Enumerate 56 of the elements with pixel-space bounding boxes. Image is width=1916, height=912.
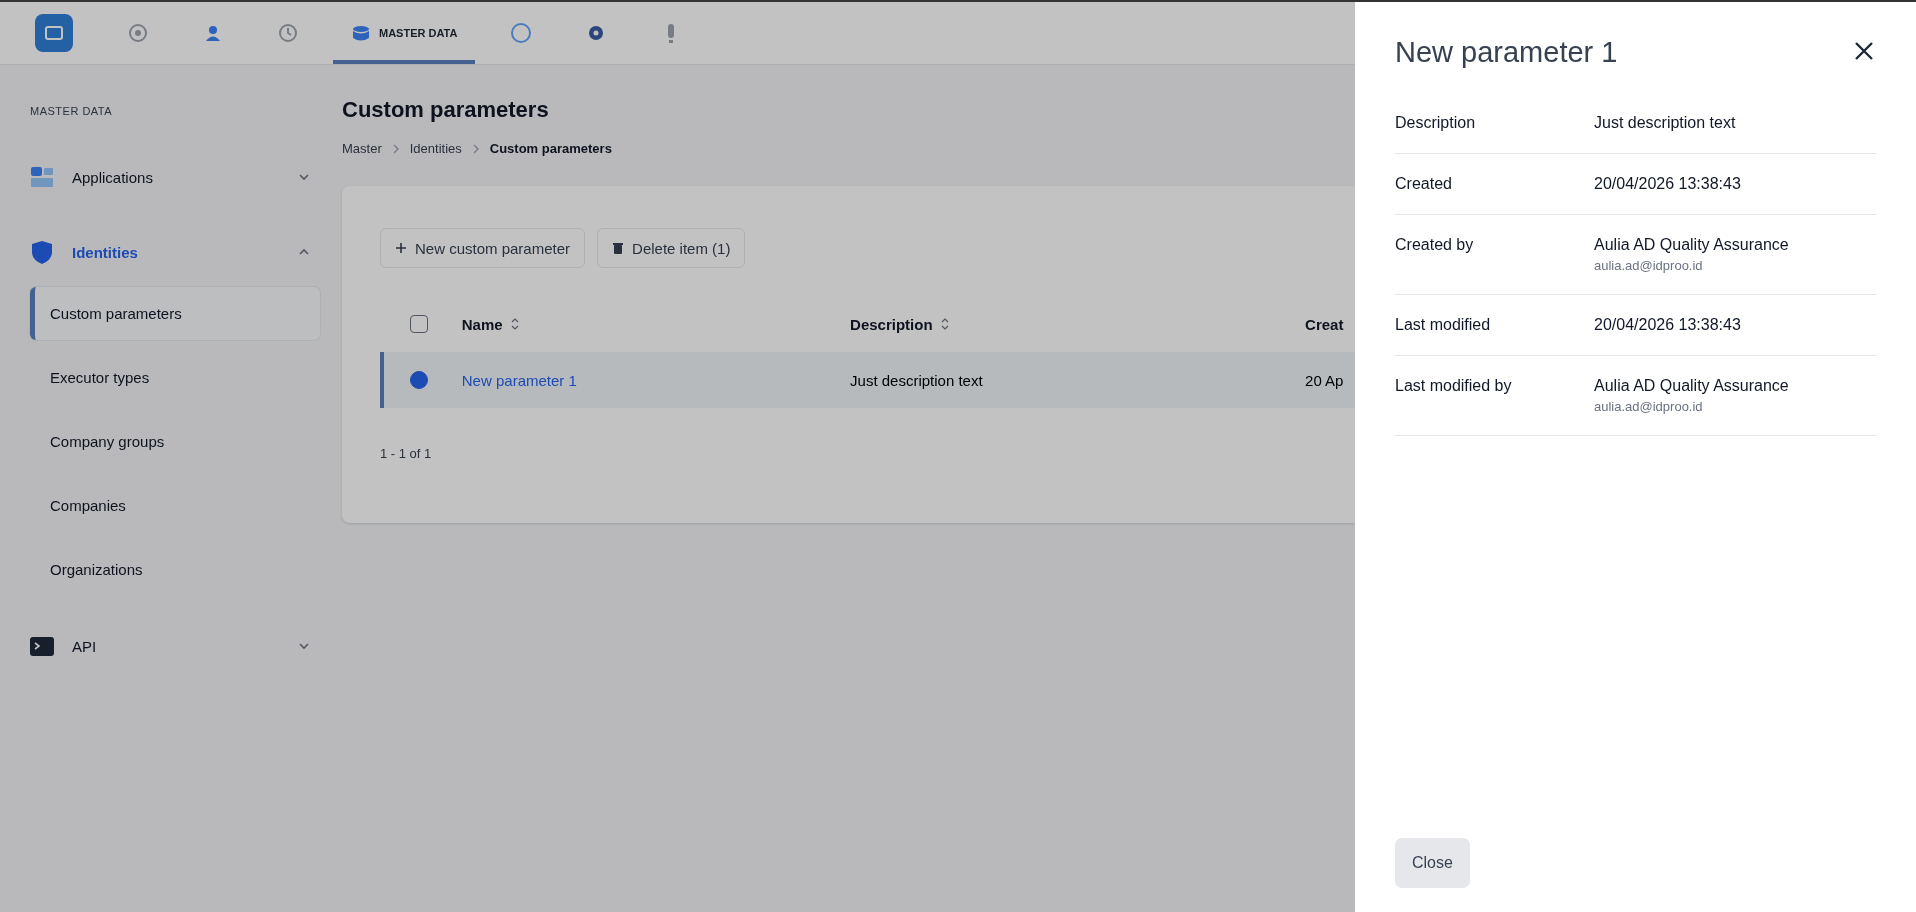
name-link[interactable]: New parameter 1 bbox=[461, 371, 577, 389]
plus-icon bbox=[395, 241, 407, 255]
master-data-tab[interactable]: MASTER DATA bbox=[333, 2, 476, 64]
sidebar-subitem[interactable]: Organizations bbox=[30, 543, 320, 596]
chevron-icon[interactable] bbox=[298, 640, 310, 652]
logo-icon[interactable] bbox=[35, 14, 73, 52]
field-value: 20/04/2026 13:38:43 bbox=[1594, 316, 1741, 334]
apps-icon bbox=[30, 165, 54, 189]
ring-icon[interactable] bbox=[509, 22, 532, 44]
column-header[interactable]: Creat bbox=[1305, 315, 1344, 333]
field-label: Description bbox=[1395, 114, 1477, 132]
sidebar-subitem[interactable]: Custom parameters bbox=[30, 287, 320, 340]
sidebar-subitem[interactable]: Company groups bbox=[30, 415, 320, 468]
sidebar-item[interactable]: Applications bbox=[72, 168, 298, 186]
field-value: 20/04/2026 13:38:43 bbox=[1594, 175, 1741, 193]
breadcrumb-link[interactable]: Master bbox=[342, 141, 382, 156]
sidebar-item[interactable]: API bbox=[72, 637, 298, 655]
table-cell: 20 Ap bbox=[1305, 371, 1344, 389]
terminal-icon bbox=[30, 634, 54, 658]
field-label: Created bbox=[1395, 175, 1453, 193]
trash-icon bbox=[612, 241, 625, 255]
database-icon bbox=[351, 23, 371, 43]
field-label: Last modified bbox=[1395, 316, 1492, 334]
new-button[interactable]: New custom parameter bbox=[380, 228, 586, 268]
sidebar-heading: MASTER DATA bbox=[30, 105, 114, 117]
pagination-text: 1 - 1 of 1 bbox=[380, 446, 433, 461]
circle-icon[interactable] bbox=[127, 23, 148, 43]
field-value: Aulia AD Quality Assurance bbox=[1594, 377, 1789, 395]
checkbox[interactable] bbox=[410, 371, 428, 389]
delete-button[interactable]: Delete item (1) bbox=[597, 228, 746, 268]
table-row[interactable]: New parameter 1 Just description text 20 Ap bbox=[380, 352, 1355, 408]
chevron-icon[interactable] bbox=[298, 171, 310, 183]
chevron-right-icon bbox=[471, 143, 480, 154]
close-button[interactable]: Close bbox=[1395, 838, 1470, 888]
column-header[interactable]: Description bbox=[850, 315, 933, 333]
shield-icon bbox=[30, 240, 54, 264]
sidebar-subitem[interactable]: Companies bbox=[30, 479, 320, 532]
sort-icon[interactable] bbox=[510, 318, 519, 330]
drawer-title: New parameter 1 bbox=[1395, 36, 1618, 69]
email-text: aulia.ad@idproo.id bbox=[1594, 258, 1704, 273]
sort-icon[interactable] bbox=[940, 318, 949, 330]
breadcrumb-current: Custom parameters bbox=[489, 141, 612, 156]
table-cell: Just description text bbox=[850, 371, 983, 389]
breadcrumb-link[interactable]: Identities bbox=[409, 141, 462, 156]
column-header[interactable]: Name bbox=[461, 315, 503, 333]
field-value: Aulia AD Quality Assurance bbox=[1594, 236, 1789, 254]
checkbox[interactable] bbox=[410, 315, 428, 333]
sidebar-subitem[interactable]: Executor types bbox=[30, 351, 320, 404]
page-title: Custom parameters bbox=[342, 97, 550, 123]
email-text: aulia.ad@idproo.id bbox=[1594, 399, 1704, 414]
field-label: Created by bbox=[1395, 236, 1475, 255]
clock-icon[interactable] bbox=[277, 23, 298, 43]
field-value: Just description text bbox=[1594, 114, 1736, 132]
chevron-right-icon bbox=[391, 143, 400, 154]
field-label: Last modified by bbox=[1395, 377, 1513, 396]
sidebar-item[interactable]: Identities bbox=[72, 243, 298, 261]
